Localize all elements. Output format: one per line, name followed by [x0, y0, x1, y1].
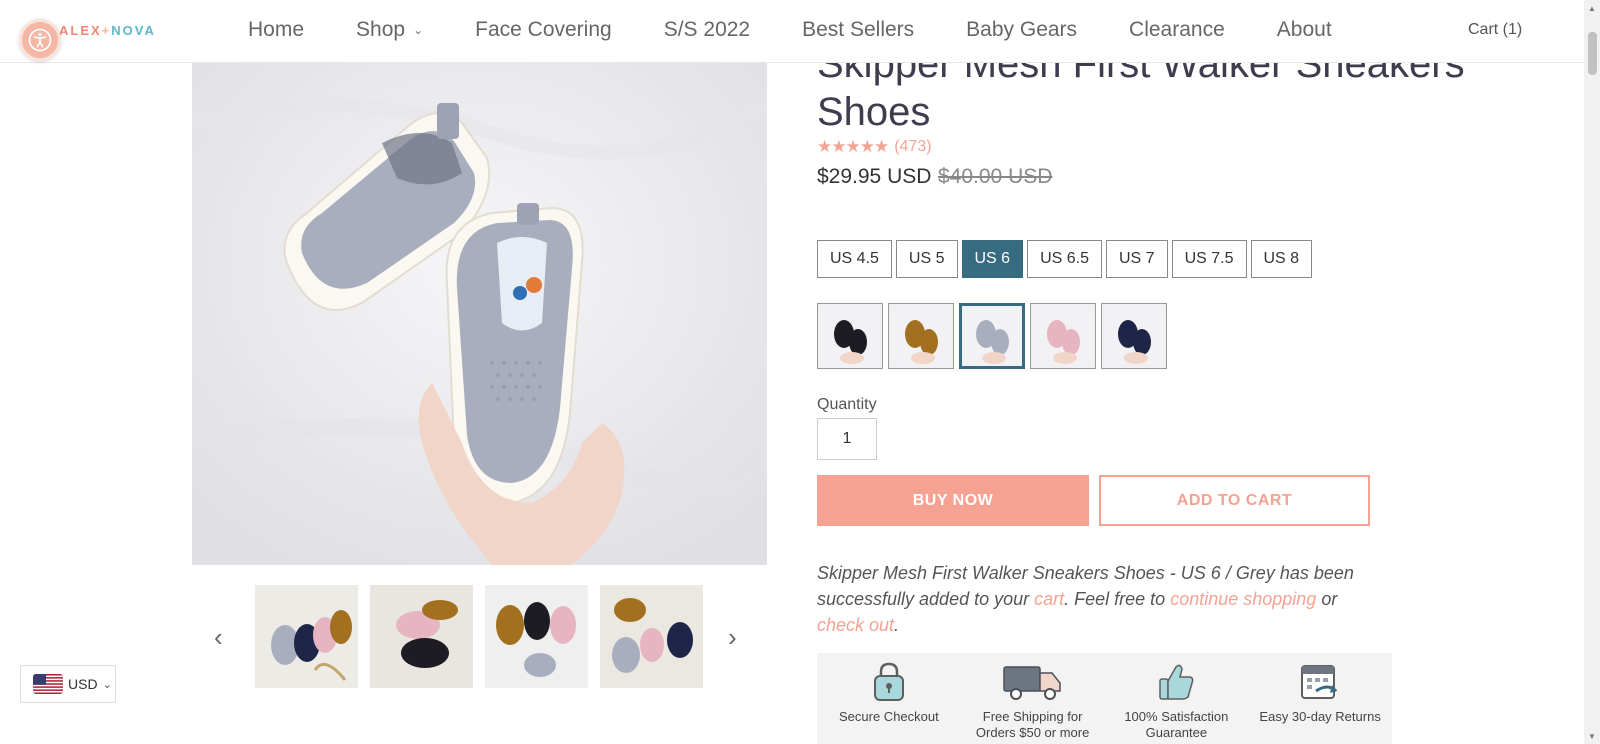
added-to-cart-message: Skipper Mesh First Walker Sneakers Shoes…	[817, 560, 1387, 638]
thumbnail-4[interactable]	[600, 585, 703, 688]
size-option-us-6[interactable]: US 6	[961, 240, 1024, 278]
nav-best-sellers-label: Best Sellers	[802, 18, 915, 41]
color-swatch-pink[interactable]	[1030, 303, 1096, 369]
product-rating[interactable]: ★★★★★ (473)	[817, 137, 932, 157]
thumbnail-2-image	[370, 585, 473, 688]
shoe-photo	[192, 63, 767, 565]
chevron-down-icon: ⌄	[102, 678, 112, 691]
color-swatch-black[interactable]	[817, 303, 883, 369]
size-option-us-8[interactable]: US 8	[1250, 240, 1313, 278]
compare-at-price: $40.00 USD	[938, 165, 1053, 188]
scroll-down-arrow-icon[interactable]: ▼	[1588, 732, 1596, 741]
logo-alex: ALEX	[59, 23, 102, 38]
swatch-shoe-pink	[1035, 308, 1091, 364]
site-header: ALEX+NOVA Home Shop ⌄ Face Covering S/S 2…	[0, 0, 1584, 63]
continue-shopping-link[interactable]: continue shopping	[1170, 589, 1316, 609]
nav-home[interactable]: Home	[248, 18, 304, 42]
scrollbar-thumb[interactable]	[1588, 32, 1597, 75]
buy-now-button[interactable]: BUY NOW	[817, 475, 1089, 526]
accessibility-icon	[28, 28, 52, 52]
nav-baby-gears-label: Baby Gears	[966, 18, 1078, 41]
color-swatch-brown[interactable]	[888, 303, 954, 369]
calendar-return-icon	[1301, 665, 1338, 699]
page-scrollbar[interactable]	[1584, 0, 1600, 744]
badge-easy-returns-label: Easy 30-day Returns	[1259, 709, 1381, 724]
nav-ss-2022-label: S/S 2022	[663, 18, 751, 41]
added-message-or: or	[1316, 589, 1338, 609]
currency-code: USD	[68, 676, 98, 692]
nav-shop[interactable]: Shop ⌄	[356, 18, 423, 42]
product-main-image[interactable]	[192, 63, 767, 565]
main-nav: Home Shop ⌄ Face Covering S/S 2022 Best S…	[248, 18, 1384, 42]
checkout-link[interactable]: check out	[817, 615, 894, 635]
currency-selector[interactable]: USD ⌄	[20, 665, 116, 703]
cart-link-inline[interactable]: cart	[1034, 589, 1064, 609]
swatch-shoe-navy	[1106, 308, 1162, 364]
nav-best-sellers[interactable]: Best Sellers	[802, 18, 914, 42]
swatch-shoe-grey	[964, 308, 1020, 364]
thumbnail-3[interactable]	[485, 585, 588, 688]
size-selector: US 4.5 US 5 US 6 US 6.5 US 7 US 7.5 US 8	[817, 240, 1313, 278]
cart-link[interactable]: Cart (1)	[1468, 21, 1522, 39]
thumbnail-1[interactable]	[255, 585, 358, 688]
nav-face-covering-label: Face Covering	[475, 18, 612, 41]
nav-clearance[interactable]: Clearance	[1129, 18, 1225, 42]
color-swatch-grey[interactable]	[959, 303, 1025, 369]
review-count: (473)	[894, 138, 932, 155]
quantity-input[interactable]	[817, 418, 877, 460]
badge-easy-returns: Easy 30-day Returns	[1250, 661, 1390, 744]
thumbnail-prev-arrow[interactable]: ‹	[214, 622, 223, 653]
padlock-icon	[873, 662, 904, 701]
site-logo[interactable]: ALEX+NOVA	[59, 23, 156, 38]
added-message-middle: . Feel free to	[1064, 589, 1171, 609]
size-option-us-5[interactable]: US 5	[895, 240, 958, 278]
scroll-up-arrow-icon[interactable]: ▲	[1588, 4, 1596, 13]
logo-plus: +	[101, 23, 112, 38]
nav-home-label: Home	[248, 18, 305, 41]
badge-satisfaction-label: 100% Satisfaction Guarantee	[1124, 709, 1229, 740]
accessibility-button[interactable]	[19, 19, 61, 61]
color-selector	[817, 303, 1167, 369]
color-swatch-navy[interactable]	[1101, 303, 1167, 369]
swatch-shoe-brown	[893, 308, 949, 364]
quantity-label: Quantity	[817, 396, 877, 413]
size-option-us-7[interactable]: US 7	[1106, 240, 1168, 278]
added-message-end: .	[894, 615, 900, 635]
us-flag-icon	[33, 674, 63, 694]
thumbnail-3-image	[485, 585, 588, 688]
nav-face-covering[interactable]: Face Covering	[475, 18, 612, 42]
size-option-us-7-5[interactable]: US 7.5	[1171, 240, 1247, 278]
nav-about-label: About	[1276, 18, 1332, 41]
nav-ss-2022[interactable]: S/S 2022	[664, 18, 750, 42]
logo-nova: NOVA	[111, 23, 156, 38]
thumbnail-4-image	[600, 585, 703, 688]
chevron-down-icon: ⌄	[413, 23, 424, 37]
nav-shop-label: Shop	[356, 18, 406, 41]
nav-baby-gears[interactable]: Baby Gears	[966, 18, 1077, 42]
trust-badges: Secure Checkout Free Shipping for Orders…	[817, 653, 1392, 744]
badge-satisfaction: 100% Satisfaction Guarantee	[1106, 661, 1246, 744]
badge-free-shipping-label: Free Shipping for Orders $50 or more	[975, 709, 1090, 740]
star-rating-icon: ★★★★★	[817, 137, 889, 156]
nav-about[interactable]: About	[1277, 18, 1332, 42]
product-price: $29.95 USD	[817, 165, 932, 188]
thumbnail-next-arrow[interactable]: ›	[728, 622, 737, 653]
badge-secure-checkout: Secure Checkout	[819, 661, 959, 744]
thumbs-up-icon	[1159, 664, 1194, 700]
add-to-cart-button[interactable]: ADD TO CART	[1099, 475, 1370, 526]
truck-icon	[1002, 666, 1061, 700]
badge-free-shipping: Free Shipping for Orders $50 or more	[963, 661, 1103, 744]
nav-clearance-label: Clearance	[1129, 18, 1225, 41]
size-option-us-6-5[interactable]: US 6.5	[1027, 240, 1102, 278]
size-option-us-4-5[interactable]: US 4.5	[817, 240, 892, 278]
thumbnail-1-image	[255, 585, 358, 688]
thumbnail-2[interactable]	[370, 585, 473, 688]
swatch-shoe-black	[822, 308, 878, 364]
badge-secure-checkout-label: Secure Checkout	[839, 709, 939, 724]
